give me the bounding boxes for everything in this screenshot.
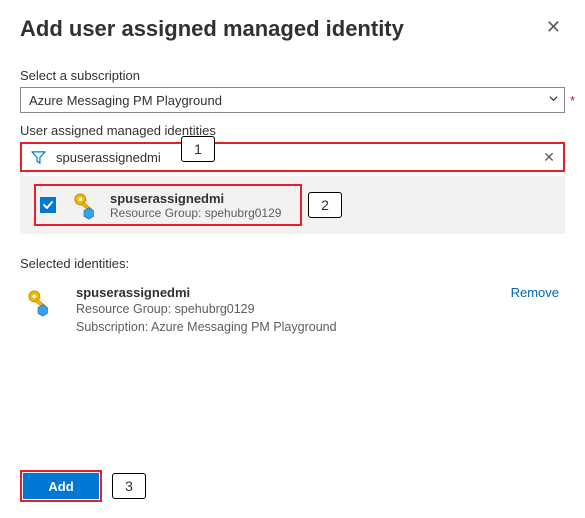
selected-resource-group: Resource Group: spehubrg0129 [76,300,337,318]
selected-subscription: Subscription: Azure Messaging PM Playgro… [76,318,337,336]
close-icon[interactable]: ✕ [542,16,565,38]
identities-label: User assigned managed identities [20,123,565,138]
filter-input-row[interactable]: spuserassignedmi ✕ 1 [20,142,565,172]
identity-result-row[interactable]: spuserassignedmi Resource Group: spehubr… [20,176,565,234]
managed-identity-icon [70,190,100,220]
selected-name: spuserassignedmi [76,285,337,300]
subscription-select[interactable]: Azure Messaging PM Playground [20,87,565,113]
result-resource-group: Resource Group: spehubrg0129 [110,206,281,220]
checkbox-checked-icon[interactable] [40,197,56,213]
result-name: spuserassignedmi [110,191,281,206]
filter-icon [22,150,54,165]
add-button[interactable]: Add [23,473,99,499]
filter-input[interactable]: spuserassignedmi [54,150,535,165]
remove-link[interactable]: Remove [511,285,565,300]
selected-section-label: Selected identities: [20,256,565,271]
required-indicator: * [570,93,575,108]
selected-identity-row: spuserassignedmi Resource Group: spehubr… [20,285,565,336]
callout-3: 3 [112,473,146,499]
managed-identity-icon [24,287,54,317]
callout-1: 1 [181,136,215,162]
callout-2: 2 [308,192,342,218]
clear-icon[interactable]: ✕ [535,149,563,166]
page-title: Add user assigned managed identity [20,16,404,42]
subscription-value: Azure Messaging PM Playground [29,93,222,108]
subscription-label: Select a subscription [20,68,565,83]
